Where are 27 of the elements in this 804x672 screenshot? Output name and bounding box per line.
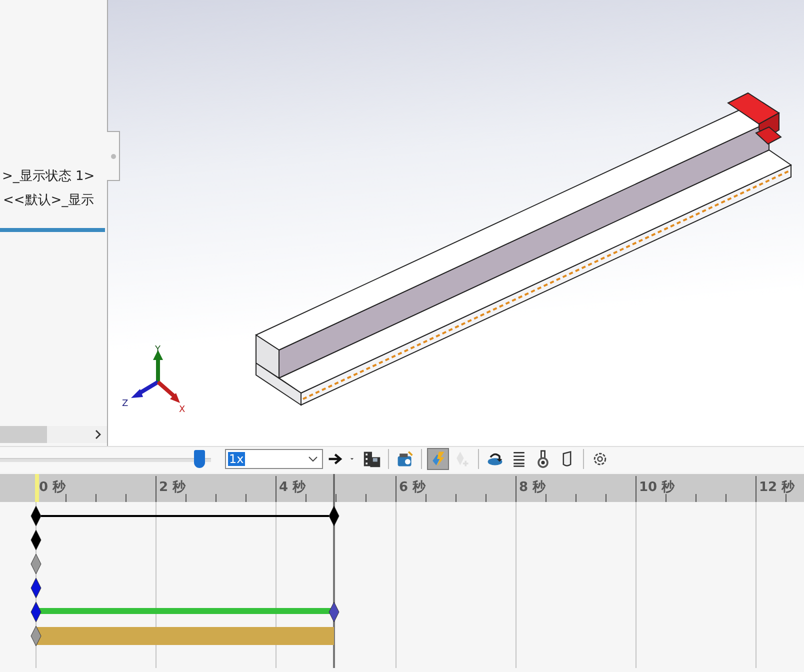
time-label: 0 秒: [39, 479, 66, 496]
chevron-right-icon[interactable]: [94, 428, 102, 440]
panel-handle[interactable]: [107, 131, 120, 181]
camera-icon: [396, 450, 414, 468]
tree-item[interactable]: <<默认>_显示: [0, 192, 107, 210]
slider-thumb[interactable]: [194, 450, 205, 468]
time-label: 10 秒: [639, 479, 675, 496]
keyframe-marker[interactable]: [328, 506, 340, 526]
time-label: 6 秒: [399, 479, 426, 496]
keyframe-marker[interactable]: [328, 602, 340, 622]
keyframe-marker[interactable]: [30, 554, 42, 574]
tree-item[interactable]: >_显示状态 1>: [0, 168, 107, 186]
chevron-down-icon[interactable]: [308, 456, 318, 462]
axis-triad-drawing: Y Z X: [120, 344, 190, 414]
keyframe-marker[interactable]: [30, 506, 42, 526]
time-label: 12 秒: [759, 479, 795, 496]
speed-dropdown[interactable]: 1x: [225, 449, 323, 470]
keyframe-marker[interactable]: [30, 626, 42, 646]
time-label: 4 秒: [279, 479, 306, 496]
keyframe-marker[interactable]: [30, 530, 42, 550]
scrollbar[interactable]: [0, 426, 107, 443]
time-label: 2 秒: [159, 479, 186, 496]
keyframe-marker[interactable]: [30, 578, 42, 598]
time-label: 8 秒: [519, 479, 546, 496]
keyframe-marker[interactable]: [30, 602, 42, 622]
film-disk-icon: [363, 450, 381, 468]
scrollbar-thumb[interactable]: [0, 426, 47, 443]
